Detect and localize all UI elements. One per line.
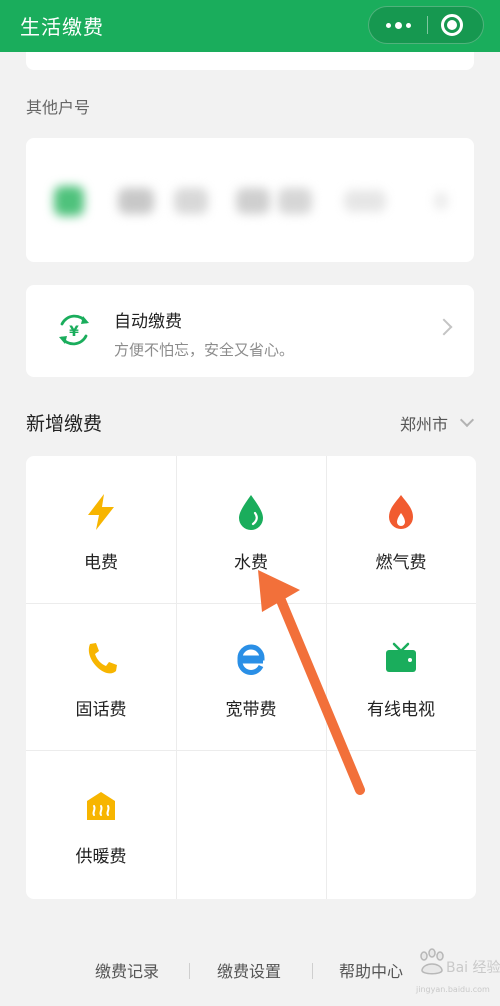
new-payment-title: 新增缴费 <box>26 413 103 435</box>
watermark-subtext: jingyan.baidu.com <box>415 985 490 994</box>
pay-item-label: 供暖费 <box>75 847 127 867</box>
capsule-divider <box>427 16 428 34</box>
previous-card-bottom <box>26 52 474 70</box>
chevron-down-icon[interactable] <box>459 412 475 428</box>
broadband-e-icon <box>231 639 271 679</box>
payment-type-grid: 电费 水费 燃气费 固话费 宽带费 有线电视 供暖费 <box>26 456 476 899</box>
pay-item-heating[interactable]: 供暖费 <box>26 750 176 897</box>
pay-item-label: 宽带费 <box>225 700 277 720</box>
footer-link-records[interactable]: 缴费记录 <box>95 958 159 982</box>
account-blurred-text <box>434 192 448 210</box>
footer-divider <box>312 963 313 979</box>
phone-icon <box>81 639 121 679</box>
account-blurred-text <box>118 188 154 214</box>
account-blurred-text <box>174 188 208 214</box>
auto-pay-subtitle: 方便不怕忘，安全又省心。 <box>114 341 295 359</box>
baidu-jingyan-watermark: Bai 经验 jingyan.baidu.com <box>415 948 500 994</box>
account-blurred-text <box>236 188 270 214</box>
footer-link-help[interactable]: 帮助中心 <box>339 958 403 982</box>
footer-divider <box>189 963 190 979</box>
pay-item-water[interactable]: 水费 <box>176 456 326 603</box>
auto-pay-card[interactable]: ¥ 自动缴费 方便不怕忘，安全又省心。 <box>26 285 474 377</box>
pay-item-label: 有线电视 <box>367 700 435 720</box>
auto-pay-title: 自动缴费 <box>114 312 182 332</box>
pay-item-landline[interactable]: 固话费 <box>26 603 176 750</box>
pay-item-gas[interactable]: 燃气费 <box>326 456 476 603</box>
water-drop-icon <box>231 492 271 532</box>
heating-icon <box>81 786 121 826</box>
pay-item-label: 燃气费 <box>375 553 427 573</box>
watermark-text: Bai 经验 <box>446 960 500 976</box>
pay-item-label: 固话费 <box>75 700 127 720</box>
account-avatar <box>54 186 84 216</box>
chevron-right-icon <box>435 318 453 336</box>
tv-icon <box>381 639 421 679</box>
lightning-icon <box>81 492 121 532</box>
other-accounts-label: 其他户号 <box>26 98 91 117</box>
pay-item-electricity[interactable]: 电费 <box>26 456 176 603</box>
account-blurred-text <box>278 188 312 214</box>
pay-item-broadband[interactable]: 宽带费 <box>176 603 326 750</box>
pay-item-label: 电费 <box>84 553 118 573</box>
pay-item-cable-tv[interactable]: 有线电视 <box>326 603 476 750</box>
other-accounts-card[interactable] <box>26 138 474 262</box>
account-blurred-text <box>344 190 386 212</box>
page-title: 生活缴费 <box>20 15 104 39</box>
pay-item-label: 水费 <box>234 553 268 573</box>
flame-icon <box>381 492 421 532</box>
miniprogram-capsule <box>368 6 484 44</box>
yuan-cycle-icon: ¥ <box>59 314 89 346</box>
footer-link-settings[interactable]: 缴费设置 <box>217 958 281 982</box>
more-dots-icon[interactable] <box>369 7 427 43</box>
target-close-icon[interactable] <box>441 14 463 36</box>
svg-text:¥: ¥ <box>69 324 79 340</box>
top-bar: 生活缴费 <box>0 0 500 52</box>
city-selector[interactable]: 郑州市 <box>400 411 448 435</box>
